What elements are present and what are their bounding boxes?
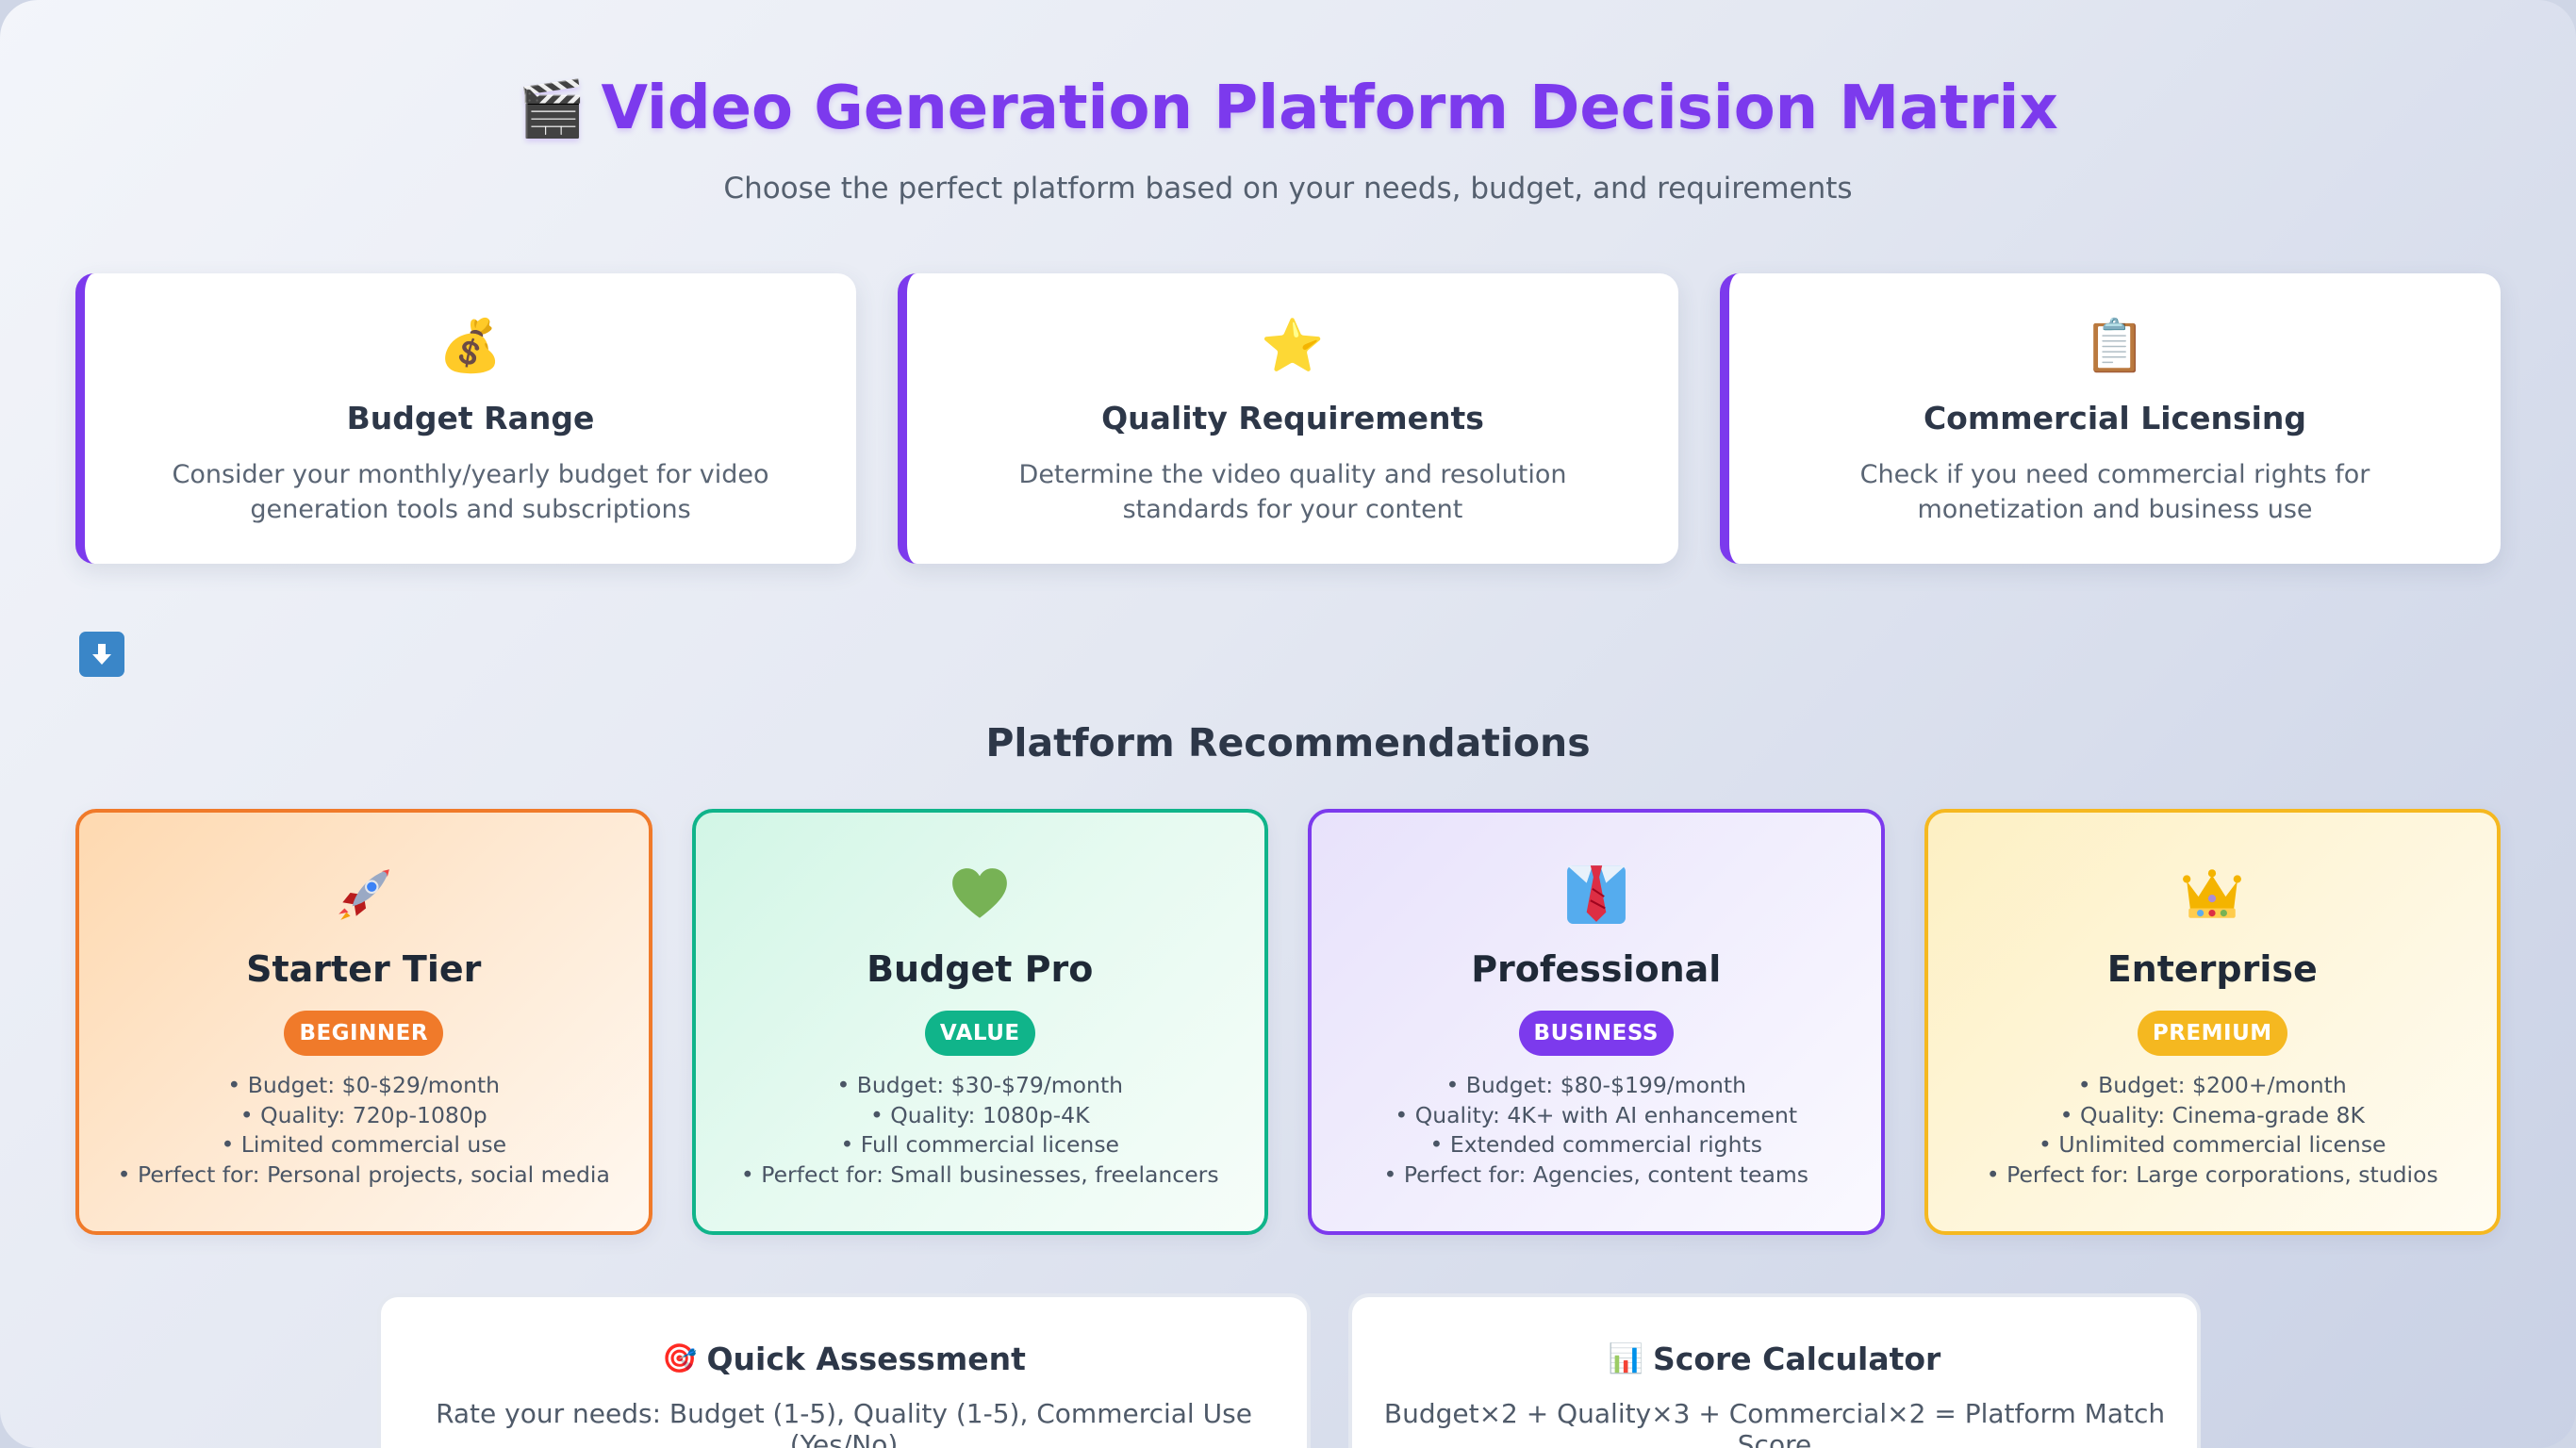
tier-badge: BUSINESS <box>1518 1011 1674 1056</box>
criteria-row: 💰 Budget Range Consider your monthly/yea… <box>75 273 2501 564</box>
rocket-icon <box>79 860 649 930</box>
criterion-card-licensing: 📋 Commercial Licensing Check if you need… <box>1720 273 2501 564</box>
tool-title: 🎯 Quick Assessment <box>662 1341 1026 1377</box>
feature-item: • Full commercial license <box>840 1131 1120 1158</box>
platform-name: Professional <box>1471 948 1722 990</box>
feature-list: • Budget: $0-$29/month • Quality: 720p-1… <box>79 1071 649 1190</box>
platform-name: Starter Tier <box>246 948 482 990</box>
tool-title-text: Quick Assessment <box>706 1341 1026 1377</box>
tool-description: Budget×2 + Quality×3 + Commercial×2 = Pl… <box>1383 1398 2166 1448</box>
feature-item: • Quality: 4K+ with AI enhancement <box>1395 1101 1798 1128</box>
feature-item: • Perfect for: Agencies, content teams <box>1383 1160 1809 1188</box>
target-icon: 🎯 <box>662 1342 698 1375</box>
platform-name: Budget Pro <box>867 948 1094 990</box>
feature-item: • Limited commercial use <box>221 1131 507 1158</box>
tool-title-text: Score Calculator <box>1653 1341 1941 1377</box>
criterion-title: Quality Requirements <box>1101 400 1484 436</box>
criterion-description: Consider your monthly/yearly budget for … <box>172 460 769 524</box>
feature-item: • Perfect for: Large corporations, studi… <box>1986 1160 2438 1188</box>
tier-badge: BEGINNER <box>284 1011 444 1056</box>
platform-card-professional[interactable]: Professional BUSINESS • Budget: $80-$199… <box>1308 809 1885 1235</box>
criterion-card-budget: 💰 Budget Range Consider your monthly/yea… <box>75 273 856 564</box>
feature-list: • Budget: $30-$79/month • Quality: 1080p… <box>696 1071 1265 1190</box>
tool-title: 📊 Score Calculator <box>1609 1341 1941 1377</box>
feature-item: • Extended commercial rights <box>1429 1131 1762 1158</box>
platform-name: Enterprise <box>2106 948 2318 990</box>
quick-assessment-card[interactable]: 🎯 Quick Assessment Rate your needs: Budg… <box>377 1293 1311 1448</box>
feature-item: • Budget: $200+/month <box>2077 1072 2347 1098</box>
feature-item: • Budget: $30-$79/month <box>836 1072 1124 1098</box>
criterion-description: Check if you need commercial rights for … <box>1859 460 2370 524</box>
star-icon: ⭐ <box>1261 316 1325 375</box>
feature-item: • Budget: $80-$199/month <box>1445 1072 1747 1098</box>
feature-item: • Quality: 720p-1080p <box>239 1101 487 1128</box>
criterion-title: Budget Range <box>346 400 595 436</box>
platform-card-budget-pro[interactable]: Budget Pro VALUE • Budget: $30-$79/month… <box>691 809 1268 1235</box>
tool-description: Rate your needs: Budget (1-5), Quality (… <box>436 1398 1252 1448</box>
feature-item: • Unlimited commercial license <box>2038 1131 2386 1158</box>
tier-badge: VALUE <box>924 1011 1035 1056</box>
feature-item: • Perfect for: Small businesses, freelan… <box>740 1160 1219 1188</box>
page-subtitle: Choose the perfect platform based on you… <box>723 172 1853 206</box>
feature-item: • Perfect for: Personal projects, social… <box>117 1160 610 1188</box>
score-calculator-card[interactable]: 📊 Score Calculator Budget×2 + Quality×3 … <box>1348 1293 2201 1448</box>
necktie-icon <box>1312 860 1881 930</box>
clapper-board-icon: 🎬 <box>518 75 586 140</box>
green-heart-icon <box>696 860 1265 930</box>
feature-item: • Budget: $0-$29/month <box>227 1072 501 1098</box>
header: 🎬 Video Generation Platform Decision Mat… <box>0 74 2576 206</box>
feature-list: • Budget: $200+/month • Quality: Cinema-… <box>1928 1071 2498 1190</box>
feature-list: • Budget: $80-$199/month • Quality: 4K+ … <box>1312 1071 1881 1190</box>
criterion-card-quality: ⭐ Quality Requirements Determine the vid… <box>898 273 1678 564</box>
platform-card-enterprise[interactable]: Enterprise PREMIUM • Budget: $200+/month… <box>1924 809 2501 1235</box>
tier-badge: PREMIUM <box>2137 1011 2287 1056</box>
criterion-title: Commercial Licensing <box>1923 400 2307 436</box>
page-title: 🎬 Video Generation Platform Decision Mat… <box>518 74 2058 143</box>
page: 🎬 Video Generation Platform Decision Mat… <box>0 0 2576 1448</box>
platform-card-starter[interactable]: Starter Tier BEGINNER • Budget: $0-$29/m… <box>75 809 652 1235</box>
money-bag-icon: 💰 <box>438 316 503 375</box>
platform-cards: Starter Tier BEGINNER • Budget: $0-$29/m… <box>75 809 2501 1235</box>
criterion-description: Determine the video quality and resoluti… <box>1018 460 1567 524</box>
bar-chart-icon: 📊 <box>1608 1342 1644 1375</box>
feature-item: • Quality: Cinema-grade 8K <box>2059 1101 2365 1128</box>
crown-icon <box>1928 860 2498 930</box>
feature-item: • Quality: 1080p-4K <box>869 1101 1090 1128</box>
clipboard-icon: 📋 <box>2083 316 2147 375</box>
page-title-text: Video Generation Platform Decision Matri… <box>601 74 2058 143</box>
section-title: Platform Recommendations <box>985 720 1591 765</box>
down-arrow-icon <box>79 632 124 677</box>
